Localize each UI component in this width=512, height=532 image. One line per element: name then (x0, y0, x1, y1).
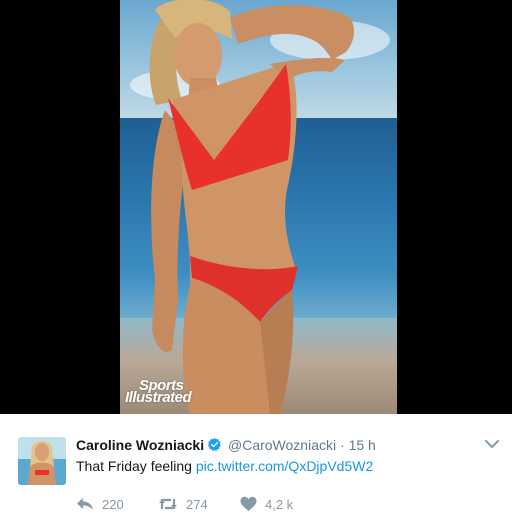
tweet-media-link[interactable]: pic.twitter.com/QxDjpVd5W2 (196, 458, 373, 474)
retweet-count: 274 (186, 496, 208, 512)
reply-icon (77, 498, 93, 510)
watermark-line-2: Illustrated (125, 389, 192, 406)
chevron-down-icon[interactable] (484, 437, 500, 449)
like-button[interactable]: 4,2 k (240, 496, 293, 512)
tweet-timestamp[interactable]: 15 h (349, 437, 376, 453)
author-name[interactable]: Caroline Wozniacki (76, 437, 204, 453)
reply-button[interactable]: 220 (76, 496, 124, 512)
tweet-media[interactable]: Sports Illustrated (0, 0, 512, 414)
tweet-body: That Friday feeling (76, 458, 196, 474)
author-handle[interactable]: @CaroWozniacki (228, 437, 336, 453)
avatar-image (18, 437, 66, 485)
photo-figure (149, 0, 355, 414)
tweet-text: That Friday feeling pic.twitter.com/QxDj… (76, 457, 373, 475)
tweet-photo[interactable] (120, 0, 397, 414)
like-count: 4,2 k (265, 496, 294, 512)
retweet-icon (159, 498, 177, 510)
retweet-button[interactable]: 274 (158, 496, 208, 512)
tweet-header: Caroline Wozniacki @CaroWozniacki · 15 h (76, 436, 376, 456)
reply-count: 220 (102, 496, 124, 512)
avatar[interactable] (18, 437, 66, 485)
verified-badge-icon (207, 437, 222, 456)
sports-illustrated-watermark: Sports Illustrated (125, 378, 192, 406)
meta-separator: · (340, 437, 345, 453)
heart-icon (240, 496, 257, 511)
